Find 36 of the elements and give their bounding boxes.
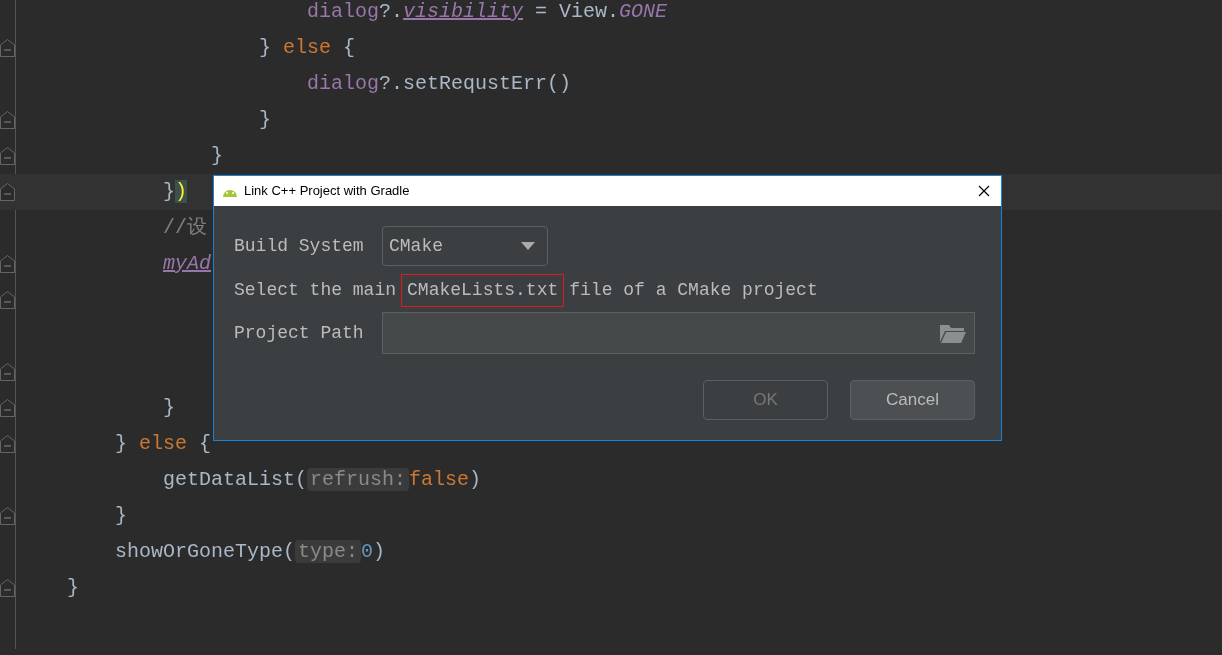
code-line: }) xyxy=(163,179,188,205)
fold-icon[interactable] xyxy=(0,363,15,381)
dropdown-value: CMake xyxy=(389,234,443,258)
fold-icon[interactable] xyxy=(0,579,15,597)
code-line: } xyxy=(211,143,223,169)
cancel-button[interactable]: Cancel xyxy=(850,380,975,420)
fold-icon[interactable] xyxy=(0,291,15,309)
code-line: dialog?.setRequstErr() xyxy=(307,71,572,97)
fold-icon[interactable] xyxy=(0,507,15,525)
project-path-field[interactable] xyxy=(382,312,975,354)
folder-icon[interactable] xyxy=(940,323,966,343)
code-line: //设 xyxy=(163,215,207,241)
build-system-dropdown[interactable]: CMake xyxy=(382,226,548,266)
code-line: } else { xyxy=(115,431,212,457)
instruction-text: Select the main CMakeLists.txt file of a CMake project xyxy=(234,274,981,306)
fold-icon[interactable] xyxy=(0,255,15,273)
field-label: Build System xyxy=(234,234,365,258)
code-line: myAd xyxy=(163,251,211,277)
field-label: Project Path xyxy=(234,321,365,345)
fold-icon[interactable] xyxy=(0,111,15,129)
code-line: } xyxy=(163,395,175,421)
code-line: getDataList(refrush:false) xyxy=(163,467,482,493)
fold-icon[interactable] xyxy=(0,435,15,453)
code-line: showOrGoneType(type:0) xyxy=(115,539,386,565)
dialog-title: Link C++ Project with Gradle xyxy=(244,182,410,201)
code-line: } xyxy=(115,503,127,529)
fold-icon[interactable] xyxy=(0,147,15,165)
code-line: } xyxy=(67,575,79,601)
code-line: dialog?.visibility = View.GONE xyxy=(307,0,668,25)
caret-icon xyxy=(521,242,535,250)
close-icon[interactable] xyxy=(978,185,990,197)
code-line: } else { xyxy=(259,35,356,61)
code-line: } xyxy=(259,107,271,133)
fold-icon[interactable] xyxy=(0,399,15,417)
fold-icon[interactable] xyxy=(0,39,15,57)
fold-icon[interactable] xyxy=(0,183,15,201)
